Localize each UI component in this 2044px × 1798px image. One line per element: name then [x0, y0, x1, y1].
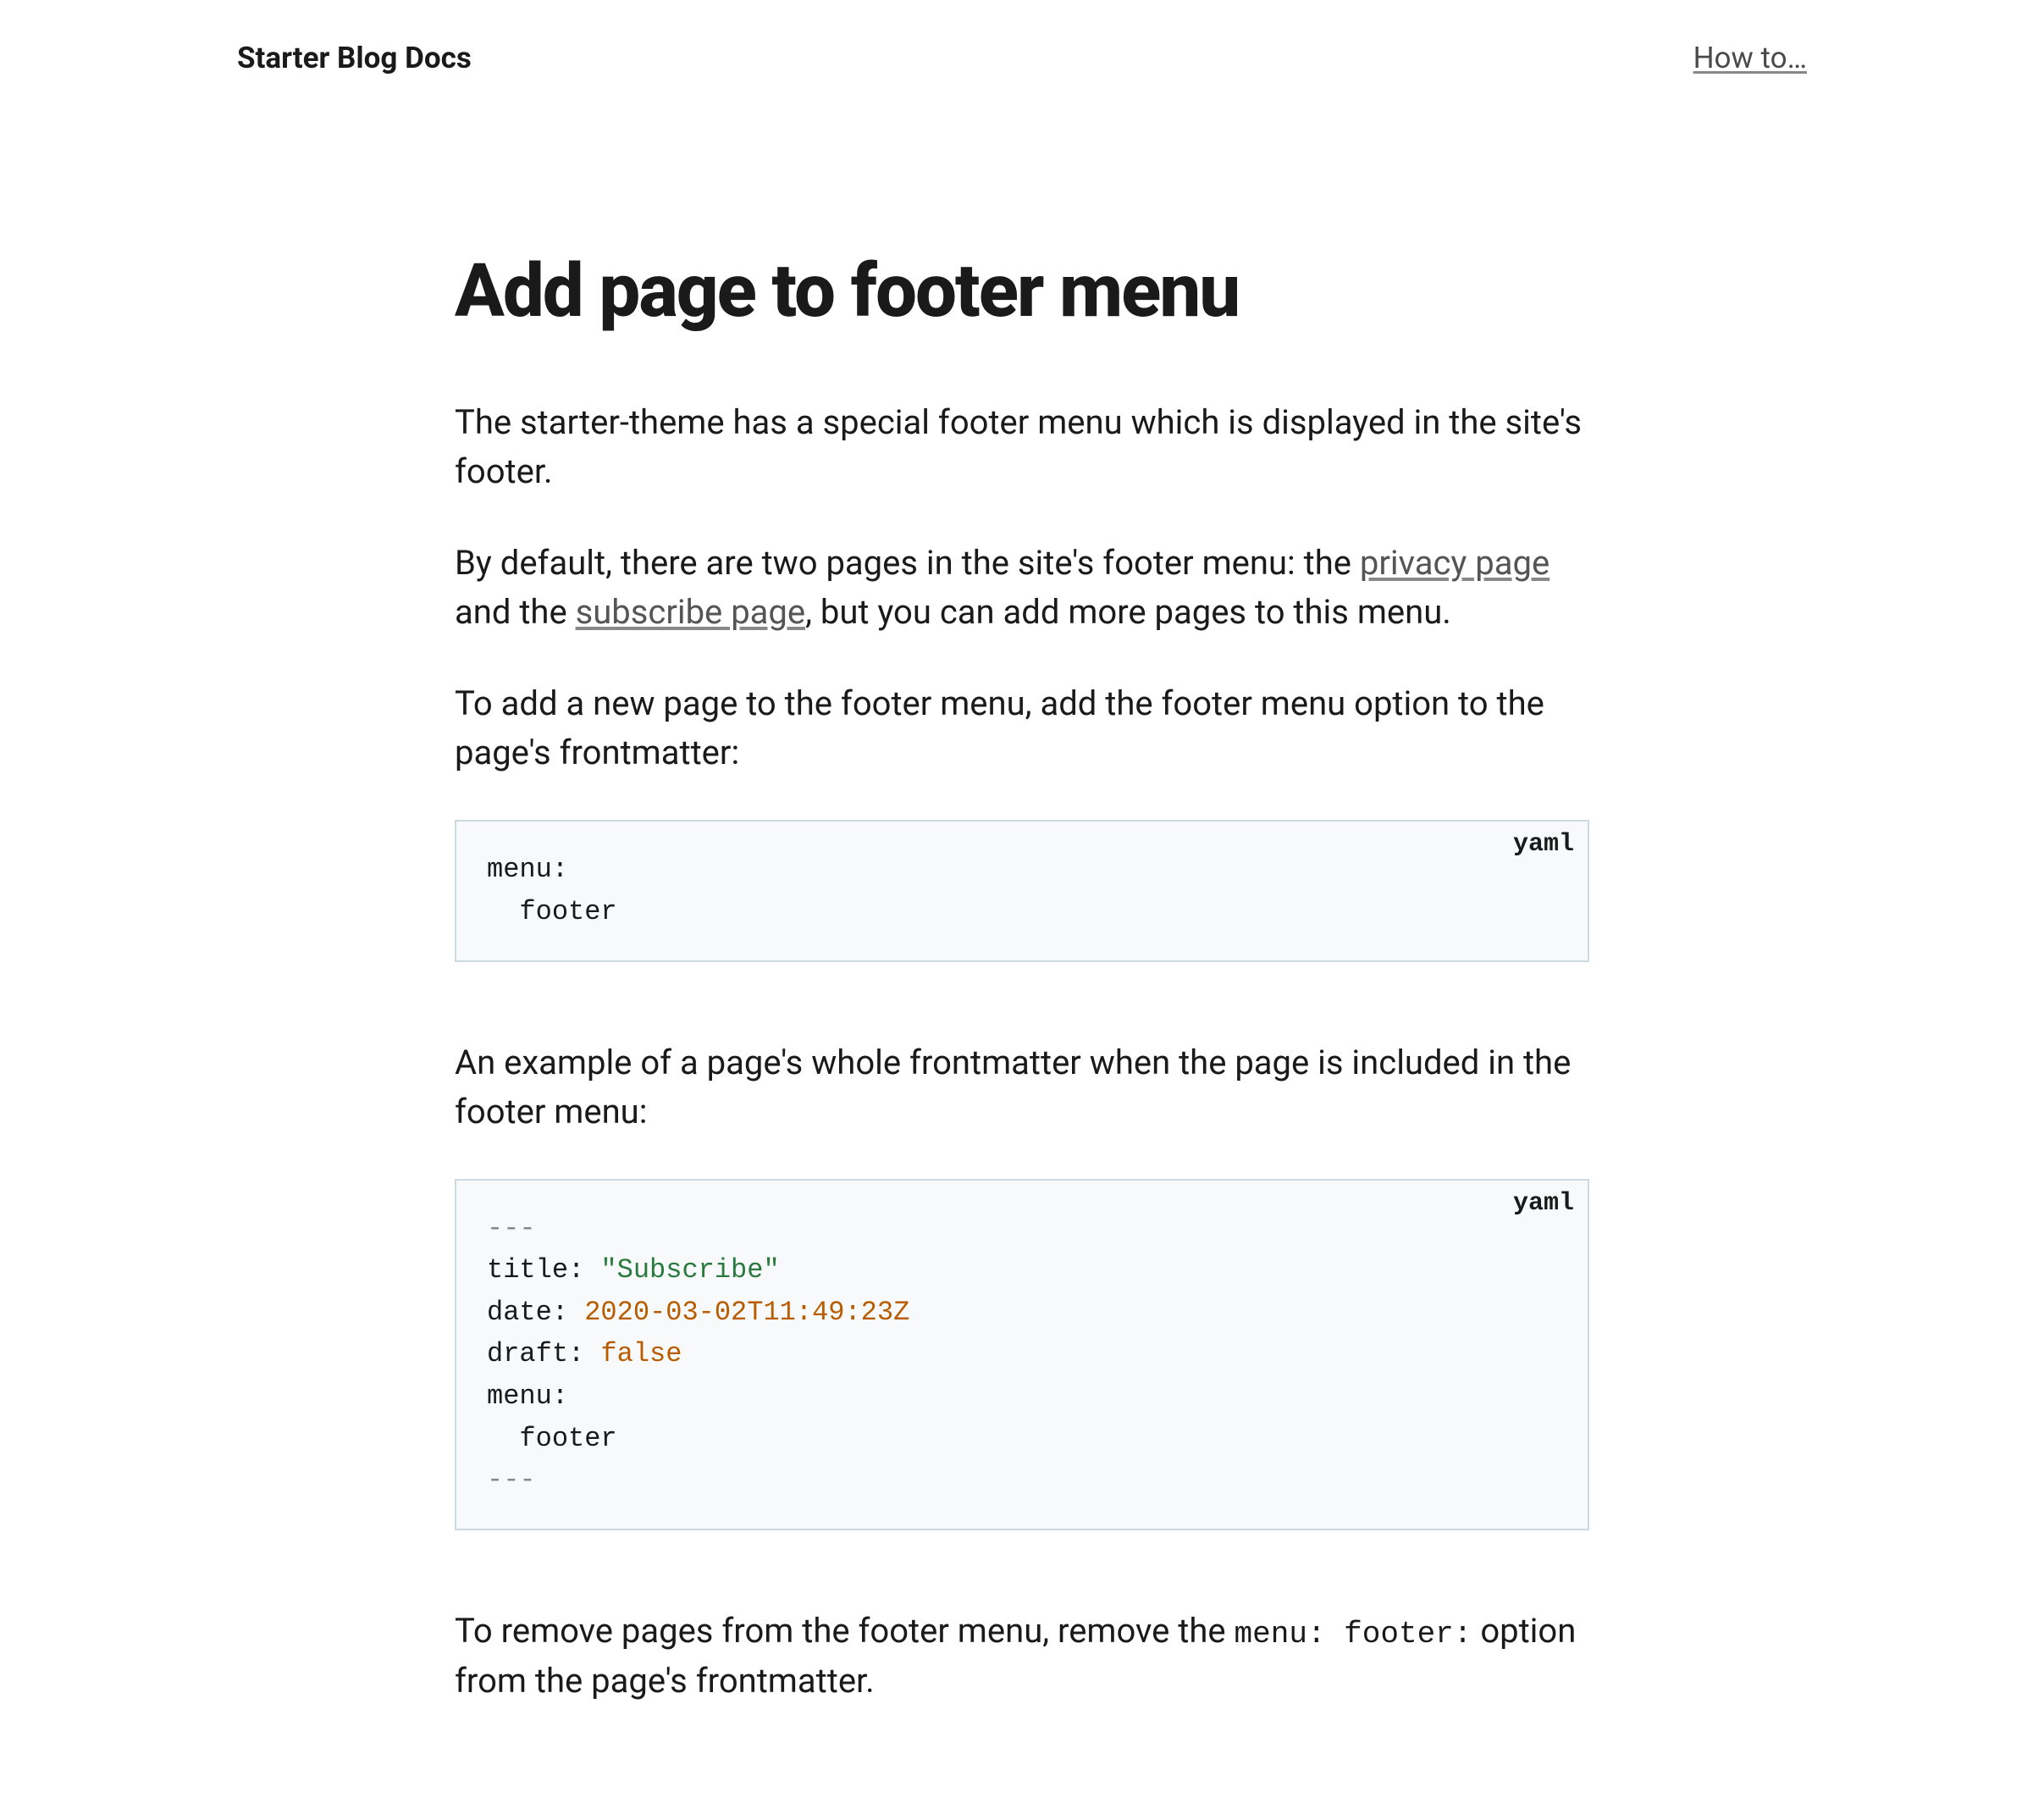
paragraph-intro: The starter-theme has a special footer m…	[455, 398, 1589, 496]
page-title: Add page to footer menu	[455, 253, 1589, 330]
text: , but you can add more pages to this men…	[805, 592, 1451, 632]
code-string: "Subscribe"	[584, 1254, 779, 1286]
code-block-menu-footer: yaml menu: footer	[455, 820, 1589, 961]
inline-code: menu: footer:	[1235, 1617, 1472, 1651]
code-key: menu:	[487, 1380, 568, 1412]
link-subscribe-page[interactable]: subscribe page	[576, 592, 806, 632]
paragraph-add-instruction: To add a new page to the footer menu, ad…	[455, 679, 1589, 777]
paragraph-remove-instruction: To remove pages from the footer menu, re…	[455, 1607, 1589, 1706]
text: To remove pages from the footer menu, re…	[455, 1611, 1235, 1651]
code-key: draft:	[487, 1338, 584, 1369]
site-title[interactable]: Starter Blog Docs	[237, 41, 472, 75]
nav-link-howto[interactable]: How to…	[1693, 41, 1807, 75]
code-literal: 2020-03-02T11:49:23Z	[568, 1297, 909, 1328]
code-delimiter: ---	[487, 1213, 536, 1244]
code-key: menu:	[487, 854, 568, 885]
code-content: --- title: "Subscribe" date: 2020-03-02T…	[487, 1208, 1557, 1502]
paragraph-default-pages: By default, there are two pages in the s…	[455, 539, 1589, 637]
code-language-label: yaml	[1513, 1189, 1574, 1218]
code-value: footer	[487, 896, 617, 927]
code-delimiter: ---	[487, 1464, 536, 1496]
text: and the	[455, 592, 576, 632]
text: By default, there are two pages in the s…	[455, 543, 1360, 583]
code-key: title:	[487, 1254, 584, 1286]
code-literal: false	[584, 1338, 682, 1369]
code-content: menu: footer	[487, 849, 1557, 932]
site-header: Starter Blog Docs How to…	[0, 0, 2044, 75]
code-language-label: yaml	[1513, 830, 1574, 859]
paragraph-example-intro: An example of a page's whole frontmatter…	[455, 1038, 1589, 1137]
code-value: footer	[487, 1423, 617, 1454]
link-privacy-page[interactable]: privacy page	[1360, 543, 1550, 583]
code-block-frontmatter-example: yaml --- title: "Subscribe" date: 2020-0…	[455, 1179, 1589, 1530]
code-key: date:	[487, 1297, 568, 1328]
article-content: Add page to footer menu The starter-them…	[455, 75, 1589, 1798]
